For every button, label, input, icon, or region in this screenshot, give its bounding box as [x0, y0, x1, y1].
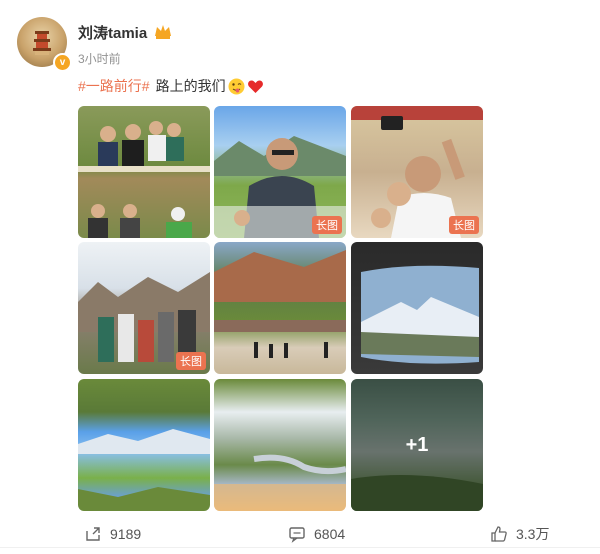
- green-hills-blue-sky-image: [78, 429, 210, 511]
- photo-tile[interactable]: [214, 242, 346, 374]
- thumbs-up-icon: [491, 526, 507, 542]
- hashtag-link[interactable]: #一路前行#: [78, 76, 150, 96]
- share-button[interactable]: 9189: [84, 520, 141, 548]
- like-count: 3.3万: [516, 526, 550, 542]
- share-icon: [86, 527, 100, 541]
- photo-tile[interactable]: 长图: [351, 106, 483, 238]
- photo-tile[interactable]: [214, 379, 346, 511]
- photo-tile[interactable]: 长图: [214, 106, 346, 238]
- divider: [0, 547, 600, 548]
- comment-button[interactable]: 6804: [288, 520, 345, 548]
- comment-icon: [289, 527, 305, 543]
- more-images-overlay[interactable]: +1: [351, 379, 483, 511]
- username[interactable]: 刘涛tamia: [78, 22, 147, 43]
- post-body: 路上的我们: [155, 78, 226, 94]
- image-grid: 长图 长图 长图 +1: [78, 106, 483, 511]
- comment-count: 6804: [314, 526, 346, 542]
- photo-tile[interactable]: 长图: [78, 242, 210, 374]
- long-image-badge: 长图: [312, 216, 342, 234]
- share-count: 9189: [110, 526, 142, 542]
- post-actions: 9189 6804 3.3万: [0, 520, 600, 548]
- crown-icon: [155, 25, 171, 39]
- tongue-face-emoji-icon: [228, 78, 245, 94]
- long-image-badge: 长图: [449, 216, 479, 234]
- photo-tile[interactable]: [78, 379, 210, 511]
- like-button[interactable]: 3.3万: [490, 520, 549, 548]
- pagoda-icon: [33, 31, 51, 55]
- photo-tile[interactable]: [351, 242, 483, 374]
- heart-emoji-icon: [247, 80, 263, 93]
- verified-badge-icon: v: [53, 53, 72, 72]
- group-photo-hillside-image: [78, 121, 210, 238]
- photo-tile[interactable]: [78, 106, 210, 238]
- car-window-snow-peak-image: [361, 265, 479, 364]
- post-time: 3小时前: [78, 52, 121, 66]
- photo-tile[interactable]: +1: [351, 379, 483, 511]
- post-text: #一路前行# 路上的我们: [78, 76, 264, 96]
- valley-river-walkers-image: [214, 250, 346, 358]
- long-image-badge: 长图: [176, 352, 206, 370]
- river-valley-clouds-image: [214, 454, 346, 511]
